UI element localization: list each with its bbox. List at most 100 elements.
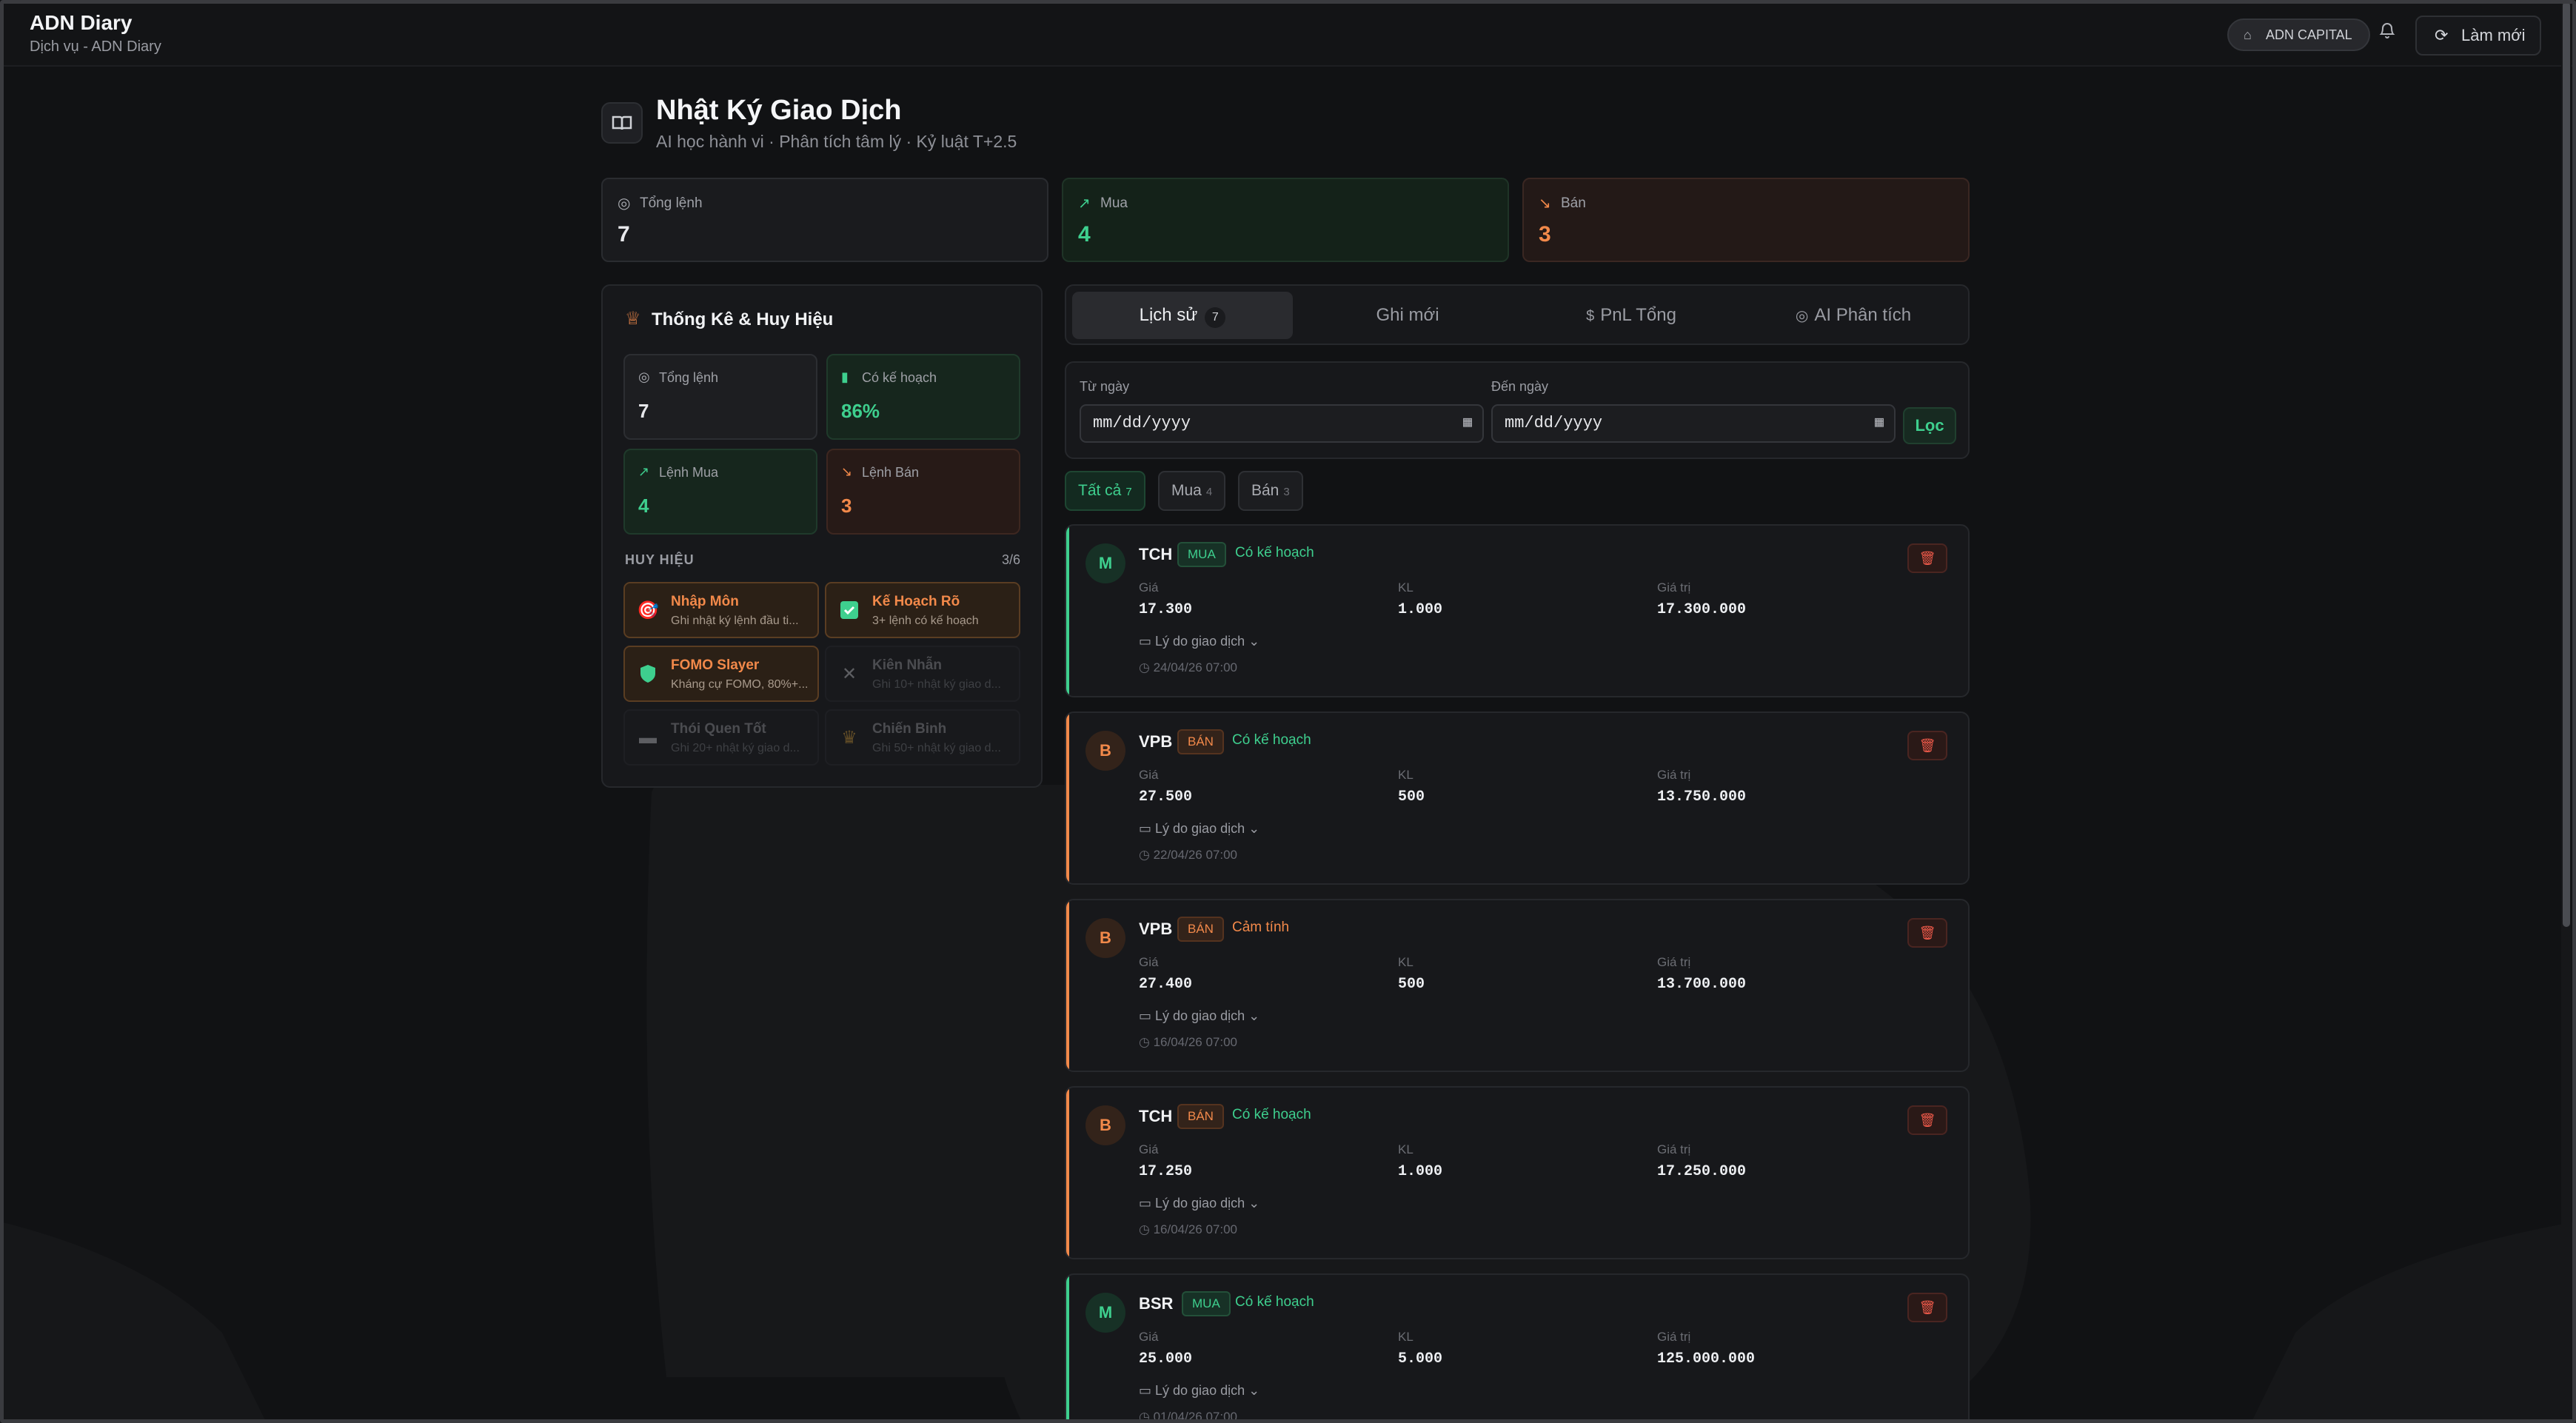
qty-label: KL xyxy=(1398,1330,1414,1344)
delete-button[interactable]: 🗑 xyxy=(1907,918,1947,948)
mini-label: Tổng lệnh xyxy=(659,370,719,385)
trade-date: ◷ 16/04/26 07:00 xyxy=(1139,1222,1237,1237)
chevron-down-icon: ⌄ xyxy=(1245,1383,1260,1398)
chip-label: Mua xyxy=(1171,482,1202,499)
badge-desc: Ghi nhật ký lệnh đầu ti... xyxy=(671,615,799,627)
badge-name: Kiên Nhẫn xyxy=(872,657,942,673)
badge-card-locked[interactable]: ▬ Thói Quen Tốt Ghi 20+ nhật ký giao d..… xyxy=(623,709,819,766)
trade-price: 27.400 xyxy=(1139,976,1193,993)
tab-bar: Lịch sử 7 Ghi mới $ PnL Tổng ◎ AI Phân tích xyxy=(1065,284,1970,345)
clock-icon: ◷ xyxy=(1139,1035,1154,1049)
message-icon: ▭ xyxy=(1139,1196,1156,1211)
chevron-down-icon: ⌄ xyxy=(1245,1008,1260,1023)
trade-reason-toggle[interactable]: ▭ Lý do giao dịch ⌄ xyxy=(1139,1196,1259,1211)
badge-desc: Ghi 10+ nhật ký giao d... xyxy=(872,678,1001,691)
panel-title: Thống Kê & Huy Hiệu xyxy=(652,309,834,329)
trade-plan-tag: Có kế hoạch xyxy=(1232,732,1311,748)
trade-card[interactable]: M TCH MUA Có kế hoạch Giá KL Giá trị 17.… xyxy=(1065,524,1970,697)
filter-button[interactable]: Lọc xyxy=(1903,407,1956,444)
shield-icon xyxy=(637,663,659,686)
delete-button[interactable]: 🗑 xyxy=(1907,543,1947,573)
reason-label: Lý do giao dịch xyxy=(1155,1008,1245,1023)
price-label: Giá xyxy=(1139,955,1159,969)
value-label: Giá trị xyxy=(1657,955,1691,969)
clock-icon: ◷ xyxy=(1139,848,1154,862)
chevron-down-icon: ⌄ xyxy=(1245,821,1260,836)
refresh-button[interactable]: ⟳ Làm mới xyxy=(2415,16,2541,56)
trade-ticker: BSR xyxy=(1139,1294,1174,1313)
trade-card[interactable]: B VPB BÁN Cảm tính Giá KL Giá trị 27.400… xyxy=(1065,899,1970,1072)
trade-reason-toggle[interactable]: ▭ Lý do giao dịch ⌄ xyxy=(1139,821,1259,837)
from-date-placeholder: mm/dd/yyyy xyxy=(1093,414,1191,432)
delete-button[interactable]: 🗑 xyxy=(1907,731,1947,760)
tab-ai-analysis[interactable]: ◎ AI Phân tích xyxy=(1743,292,1964,339)
trade-date: ◷ 24/04/26 07:00 xyxy=(1139,660,1237,675)
trade-date: ◷ 01/04/26 07:00 xyxy=(1139,1410,1237,1423)
trade-accent xyxy=(1066,1275,1069,1423)
qty-label: KL xyxy=(1398,768,1414,782)
trade-card[interactable]: B VPB BÁN Có kế hoạch Giá KL Giá trị 27.… xyxy=(1065,712,1970,885)
mini-value: 3 xyxy=(841,495,852,517)
value-label: Giá trị xyxy=(1657,1330,1691,1344)
bell-icon[interactable] xyxy=(2374,21,2401,47)
to-date-placeholder: mm/dd/yyyy xyxy=(1505,414,1603,432)
badge-card[interactable]: Kế Hoạch Rõ 3+ lệnh có kế hoạch xyxy=(825,582,1020,638)
delete-button[interactable]: 🗑 xyxy=(1907,1105,1947,1135)
badge-card[interactable]: FOMO Slayer Kháng cự FOMO, 80%+... xyxy=(623,646,819,702)
calendar-icon[interactable]: ▦ xyxy=(1875,406,1884,441)
clock-icon: ◷ xyxy=(1139,1222,1154,1236)
chip-sell[interactable]: Bán 3 xyxy=(1238,471,1303,511)
chip-all[interactable]: Tất cả 7 xyxy=(1065,471,1145,511)
message-icon: ▭ xyxy=(1139,1383,1156,1398)
badge-card-locked[interactable]: ✕ Kiên Nhẫn Ghi 10+ nhật ký giao d... xyxy=(825,646,1020,702)
mini-stat-planned: ▮ Có kế hoạch 86% xyxy=(826,354,1020,440)
trade-plan-tag: Cảm tính xyxy=(1232,920,1290,935)
trade-card[interactable]: M BSR MUA Có kế hoạch Giá KL Giá trị 25.… xyxy=(1065,1273,1970,1423)
trade-reason-toggle[interactable]: ▭ Lý do giao dịch ⌄ xyxy=(1139,634,1259,649)
book-icon xyxy=(601,102,643,144)
badge-name: Chiến Binh xyxy=(872,721,947,737)
chip-buy[interactable]: Mua 4 xyxy=(1158,471,1226,511)
qty-label: KL xyxy=(1398,955,1414,969)
mini-label: Có kế hoạch xyxy=(862,370,937,385)
tab-history[interactable]: Lịch sử 7 xyxy=(1072,292,1293,339)
calendar-icon[interactable]: ▦ xyxy=(1463,406,1472,441)
trade-date-text: 24/04/26 07:00 xyxy=(1153,660,1238,674)
badge-desc: 3+ lệnh có kế hoạch xyxy=(872,615,979,627)
trending-up-icon: ↗ xyxy=(638,464,650,479)
trade-price: 17.250 xyxy=(1139,1163,1193,1180)
reason-label: Lý do giao dịch xyxy=(1155,821,1245,836)
trade-plan-tag: Có kế hoạch xyxy=(1232,1107,1311,1122)
trade-price: 25.000 xyxy=(1139,1350,1193,1367)
price-label: Giá xyxy=(1139,1142,1159,1156)
chip-label: Tất cả xyxy=(1078,482,1122,499)
trade-side-badge: BÁN xyxy=(1177,1104,1224,1129)
trade-reason-toggle[interactable]: ▭ Lý do giao dịch ⌄ xyxy=(1139,1383,1259,1399)
chip-count: 7 xyxy=(1125,486,1132,498)
to-date-label: Đến ngày xyxy=(1491,379,1549,394)
tab-new-entry[interactable]: Ghi mới xyxy=(1297,292,1518,339)
trade-date-text: 01/04/26 07:00 xyxy=(1153,1410,1238,1423)
trending-up-icon: ↗ xyxy=(1078,195,1091,212)
trophy-icon: ♛ xyxy=(841,728,857,748)
from-date-input[interactable]: mm/dd/yyyy ▦ xyxy=(1080,404,1484,443)
trade-plan-tag: Có kế hoạch xyxy=(1235,1294,1314,1310)
delete-button[interactable]: 🗑 xyxy=(1907,1293,1947,1322)
trade-accent xyxy=(1066,1088,1069,1258)
trade-accent xyxy=(1066,900,1069,1071)
trade-reason-toggle[interactable]: ▭ Lý do giao dịch ⌄ xyxy=(1139,1008,1259,1024)
to-date-input[interactable]: mm/dd/yyyy ▦ xyxy=(1491,404,1896,443)
trade-card[interactable]: B TCH BÁN Có kế hoạch Giá KL Giá trị 17.… xyxy=(1065,1086,1970,1259)
chip-count: 3 xyxy=(1283,486,1290,498)
capital-badge[interactable]: ⌂ ADN CAPITAL xyxy=(2227,19,2370,51)
ai-icon: ◎ xyxy=(1795,308,1809,324)
badge-card[interactable]: 🎯 Nhập Môn Ghi nhật ký lệnh đầu ti... xyxy=(623,582,819,638)
tab-pnl[interactable]: $ PnL Tổng xyxy=(1521,292,1742,339)
trade-side-badge: MUA xyxy=(1177,542,1226,567)
scrollbar-thumb[interactable] xyxy=(2563,1,2570,927)
message-icon: ▭ xyxy=(1139,634,1156,649)
trash-icon: 🗑 xyxy=(1918,1113,1936,1128)
trade-date: ◷ 22/04/26 07:00 xyxy=(1139,848,1237,863)
badge-card-locked[interactable]: ♛ Chiến Binh Ghi 50+ nhật ký giao d... xyxy=(825,709,1020,766)
chip-label: Bán xyxy=(1251,482,1279,499)
